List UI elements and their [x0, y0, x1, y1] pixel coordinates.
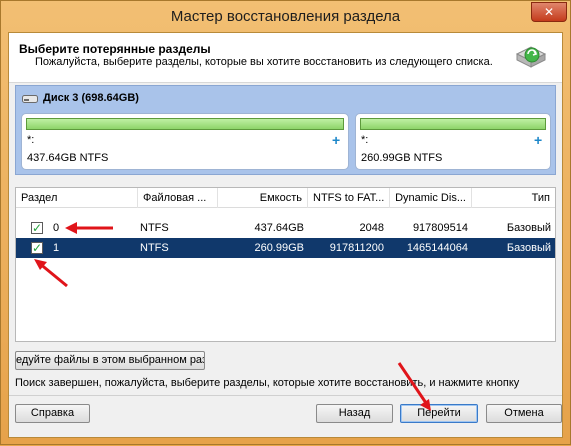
cancel-button[interactable]: Отмена: [486, 404, 562, 423]
cell-ntfs-to-fat: 2048: [359, 222, 384, 234]
disk-label: Диск 3 (698.64GB): [43, 92, 139, 104]
cell-ntfs-to-fat: 917811200: [329, 242, 384, 254]
disk-icon: [22, 95, 38, 103]
disk-map: Диск 3 (698.64GB) *: 437.64GB NTFS + *: …: [15, 85, 556, 175]
column-ntfs-to-fat[interactable]: NTFS to FAT...: [308, 188, 390, 208]
cell-filesystem: NTFS: [140, 242, 169, 254]
close-button[interactable]: ✕: [531, 2, 567, 22]
page-title: Выберите потерянные разделы: [19, 42, 211, 56]
cell-partition: 0: [53, 222, 60, 234]
cell-filesystem: NTFS: [140, 222, 169, 234]
column-dynamic-disk[interactable]: Dynamic Dis...: [390, 188, 472, 208]
partition-usage-bar: [26, 118, 344, 130]
cell-capacity: 260.99GB: [254, 242, 304, 254]
back-button[interactable]: Назад: [316, 404, 393, 423]
cell-dynamic-disk: 917809514: [412, 222, 468, 234]
column-partition[interactable]: Раздел: [16, 188, 138, 208]
page-description: Пожалуйста, выберите разделы, которые вы…: [35, 56, 493, 68]
cell-partition: 1: [53, 242, 60, 254]
browse-files-button[interactable]: едуйте файлы в этом выбранном раз: [15, 351, 205, 370]
plus-icon: +: [332, 132, 341, 148]
dialog-body: Выберите потерянные разделы Пожалуйста, …: [8, 32, 563, 438]
column-capacity[interactable]: Емкость: [218, 188, 308, 208]
partition-table: Раздел Файловая ... Емкость NTFS to FAT.…: [15, 187, 556, 342]
footer-divider: [9, 395, 562, 396]
help-button[interactable]: Справка: [15, 404, 90, 423]
wizard-window: Мастер восстановления раздела ✕ Выберите…: [0, 0, 571, 445]
status-text: Поиск завершен, пожалуйста, выберите раз…: [15, 377, 520, 389]
row-checkbox[interactable]: ✓: [31, 242, 43, 254]
cell-type: Базовый: [506, 222, 551, 234]
cell-dynamic-disk: 1465144064: [406, 242, 468, 254]
row-checkbox[interactable]: ✓: [31, 222, 43, 234]
cell-capacity: 437.64GB: [254, 222, 304, 234]
cell-type: Базовый: [506, 242, 551, 254]
column-type[interactable]: Тип: [472, 188, 555, 208]
partition-name: *:: [361, 134, 369, 146]
partition-size: 437.64GB NTFS: [27, 152, 109, 164]
title-bar: Мастер восстановления раздела ✕: [1, 1, 570, 32]
partition-size: 260.99GB NTFS: [361, 152, 443, 164]
partition-block[interactable]: *: 260.99GB NTFS +: [355, 113, 551, 170]
table-row[interactable]: ✓ 0 NTFS 437.64GB 2048 917809514 Базовый: [16, 218, 555, 238]
partition-name: *:: [27, 134, 35, 146]
column-filesystem[interactable]: Файловая ...: [138, 188, 218, 208]
partition-usage-bar: [360, 118, 546, 130]
recovery-disk-icon: [515, 46, 547, 68]
table-header: Раздел Файловая ... Емкость NTFS to FAT.…: [16, 188, 555, 208]
next-button[interactable]: Перейти: [400, 404, 478, 423]
table-row[interactable]: ✓ 1 NTFS 260.99GB 917811200 1465144064 Б…: [16, 238, 555, 258]
window-title: Мастер восстановления раздела: [170, 8, 401, 25]
plus-icon: +: [534, 132, 543, 148]
partition-block[interactable]: *: 437.64GB NTFS +: [21, 113, 349, 170]
wizard-header: Выберите потерянные разделы Пожалуйста, …: [9, 33, 562, 83]
